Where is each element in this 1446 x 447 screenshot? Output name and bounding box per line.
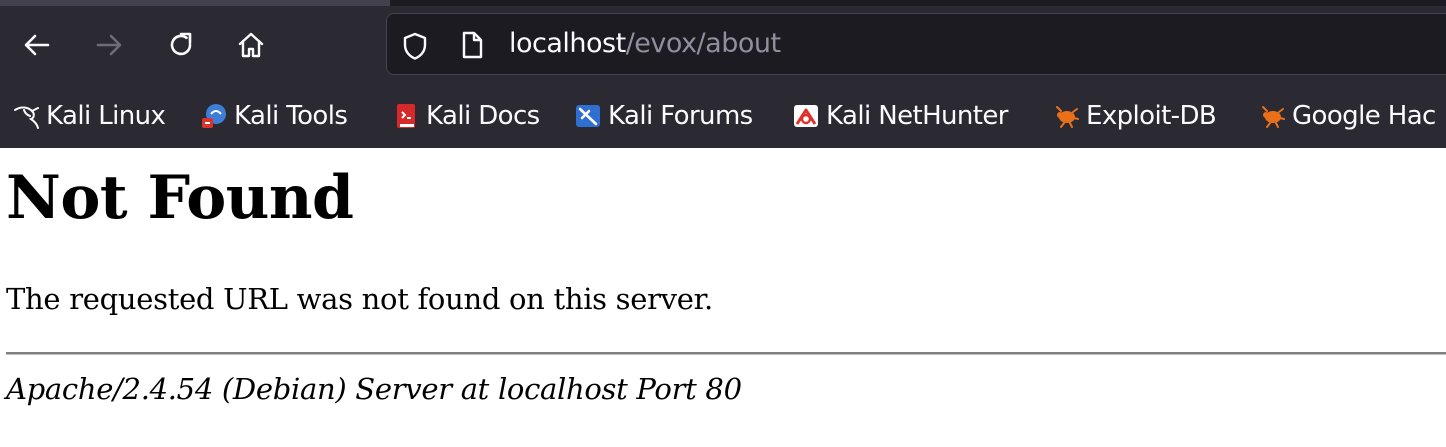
bookmark-label: Kali Tools [234,101,348,131]
active-tab-edge[interactable] [0,0,390,6]
bookmarks-toolbar: Kali Linux Kali Tools Kali Docs Kali For… [0,90,1446,142]
kali-forums-icon [574,102,602,130]
bookmark-label: Google Hac [1292,101,1436,131]
horizontal-rule [6,352,1446,355]
server-signature: Apache/2.4.54 (Debian) Server at localho… [6,372,742,406]
page-content: Not Found The requested URL was not foun… [0,148,1446,447]
kali-tools-icon [200,102,228,130]
bookmark-kali-nethunter[interactable]: Kali NetHunter [792,90,1008,142]
forward-arrow-icon [94,30,124,60]
url-host: localhost [509,28,626,59]
bookmark-google-hacking[interactable]: Google Hac [1258,90,1436,142]
bookmark-kali-linux[interactable]: Kali Linux [12,90,166,142]
back-button[interactable] [14,22,60,68]
bookmark-label: Kali Docs [426,101,540,131]
back-arrow-icon [22,30,52,60]
reload-icon [166,30,196,60]
page-title: Not Found [6,163,354,233]
bookmark-exploit-db[interactable]: Exploit-DB [1052,90,1217,142]
home-button[interactable] [228,22,274,68]
tab-strip [0,0,1446,6]
bookmark-label: Kali NetHunter [826,101,1008,131]
exploit-db-icon [1258,102,1286,130]
bookmark-label: Kali Forums [608,101,753,131]
error-message: The requested URL was not found on this … [6,282,713,316]
bookmark-kali-docs[interactable]: Kali Docs [392,90,540,142]
kali-dragon-icon [12,102,40,130]
exploit-db-icon [1052,102,1080,130]
reload-button[interactable] [158,22,204,68]
forward-button[interactable] [86,22,132,68]
page-info-icon[interactable] [459,30,485,64]
url-bar[interactable]: localhost/evox/about [386,13,1446,75]
kali-nethunter-icon [792,102,820,130]
bookmark-label: Kali Linux [46,101,166,131]
tracking-protection-shield-icon[interactable] [401,31,429,65]
home-icon [236,30,266,60]
bookmark-label: Exploit-DB [1086,101,1217,131]
url-path: /evox/about [625,28,781,59]
bookmark-kali-forums[interactable]: Kali Forums [574,90,753,142]
bookmark-kali-tools[interactable]: Kali Tools [200,90,348,142]
browser-chrome: localhost/evox/about Kali Linux Kali Too… [0,0,1446,148]
kali-docs-icon [392,102,420,130]
url-text[interactable]: localhost/evox/about [509,26,781,62]
